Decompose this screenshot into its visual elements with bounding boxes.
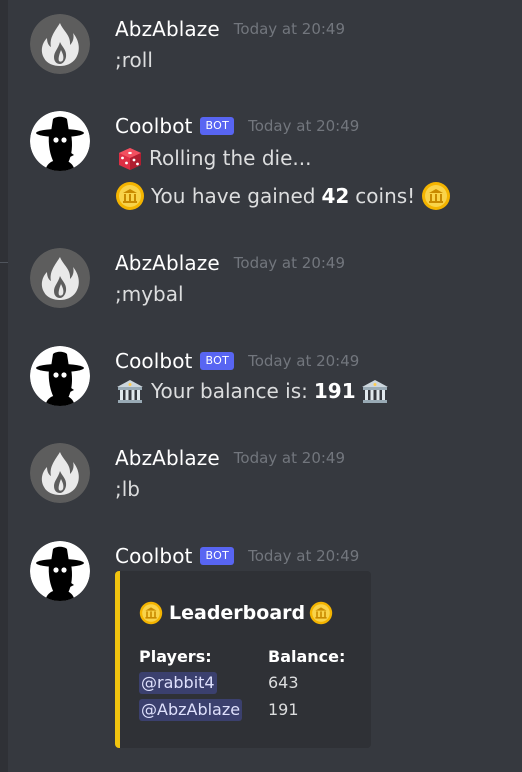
balance-value: 191	[268, 700, 299, 719]
coin-icon	[421, 181, 451, 211]
die-icon	[115, 143, 145, 173]
divider	[0, 262, 8, 263]
message: Coolbot BOT Today at 20:49 Your balance …	[30, 346, 522, 406]
timestamp: Today at 20:49	[248, 117, 360, 135]
timestamp: Today at 20:49	[233, 449, 345, 467]
coin-icon	[115, 181, 145, 211]
list-item: @rabbit4	[139, 672, 217, 694]
bot-badge: BOT	[200, 117, 235, 135]
username[interactable]: AbzAblaze	[115, 446, 220, 470]
timestamp: Today at 20:49	[233, 20, 345, 38]
balance-amount: 191	[313, 379, 356, 403]
username[interactable]: Coolbot	[115, 544, 192, 568]
list-item: @AbzAblaze	[139, 699, 243, 721]
message: AbzAblaze Today at 20:49 ;roll	[30, 14, 522, 74]
timestamp: Today at 20:49	[248, 352, 360, 370]
message-text: ;lb	[115, 477, 140, 501]
flame-icon[interactable]	[30, 248, 90, 308]
username[interactable]: Coolbot	[115, 349, 192, 373]
coin-amount: 42	[321, 184, 350, 208]
sidebar-edge	[0, 0, 8, 772]
user-mention[interactable]: @rabbit4	[139, 672, 217, 694]
message-text: ;mybal	[115, 282, 184, 306]
plague-doctor-icon[interactable]	[30, 346, 90, 406]
coin-icon	[139, 601, 163, 625]
coin-icon	[309, 601, 333, 625]
message-text: ;roll	[115, 48, 153, 72]
message-text: You have gained 42 coins!	[115, 181, 451, 211]
message-text: Rolling the die...	[115, 143, 311, 173]
balance-header: Balance:	[268, 647, 346, 666]
leaderboard-embed: Leaderboard Players: Balance: @rabbit4 6…	[115, 571, 371, 748]
bot-badge: BOT	[200, 547, 235, 565]
username[interactable]: AbzAblaze	[115, 17, 220, 41]
username[interactable]: AbzAblaze	[115, 251, 220, 275]
message-text: Your balance is: 191	[115, 376, 390, 406]
players-header: Players:	[139, 647, 212, 666]
embed-title: Leaderboard	[139, 601, 333, 625]
bot-badge: BOT	[200, 352, 235, 370]
flame-icon[interactable]	[30, 443, 90, 503]
plague-doctor-icon[interactable]	[30, 541, 90, 601]
balance-value: 643	[268, 673, 299, 692]
timestamp: Today at 20:49	[233, 254, 345, 272]
message: Coolbot BOT Today at 20:49 Leaderboard P…	[30, 541, 522, 751]
timestamp: Today at 20:49	[248, 547, 360, 565]
bank-icon	[115, 376, 145, 406]
bank-icon	[360, 376, 390, 406]
user-mention[interactable]: @AbzAblaze	[139, 699, 243, 721]
flame-icon[interactable]	[30, 14, 90, 74]
message: AbzAblaze Today at 20:49 ;lb	[30, 443, 522, 503]
message: AbzAblaze Today at 20:49 ;mybal	[30, 248, 522, 308]
plague-doctor-icon[interactable]	[30, 111, 90, 171]
message: Coolbot BOT Today at 20:49 Rolling the d…	[30, 111, 522, 221]
username[interactable]: Coolbot	[115, 114, 192, 138]
